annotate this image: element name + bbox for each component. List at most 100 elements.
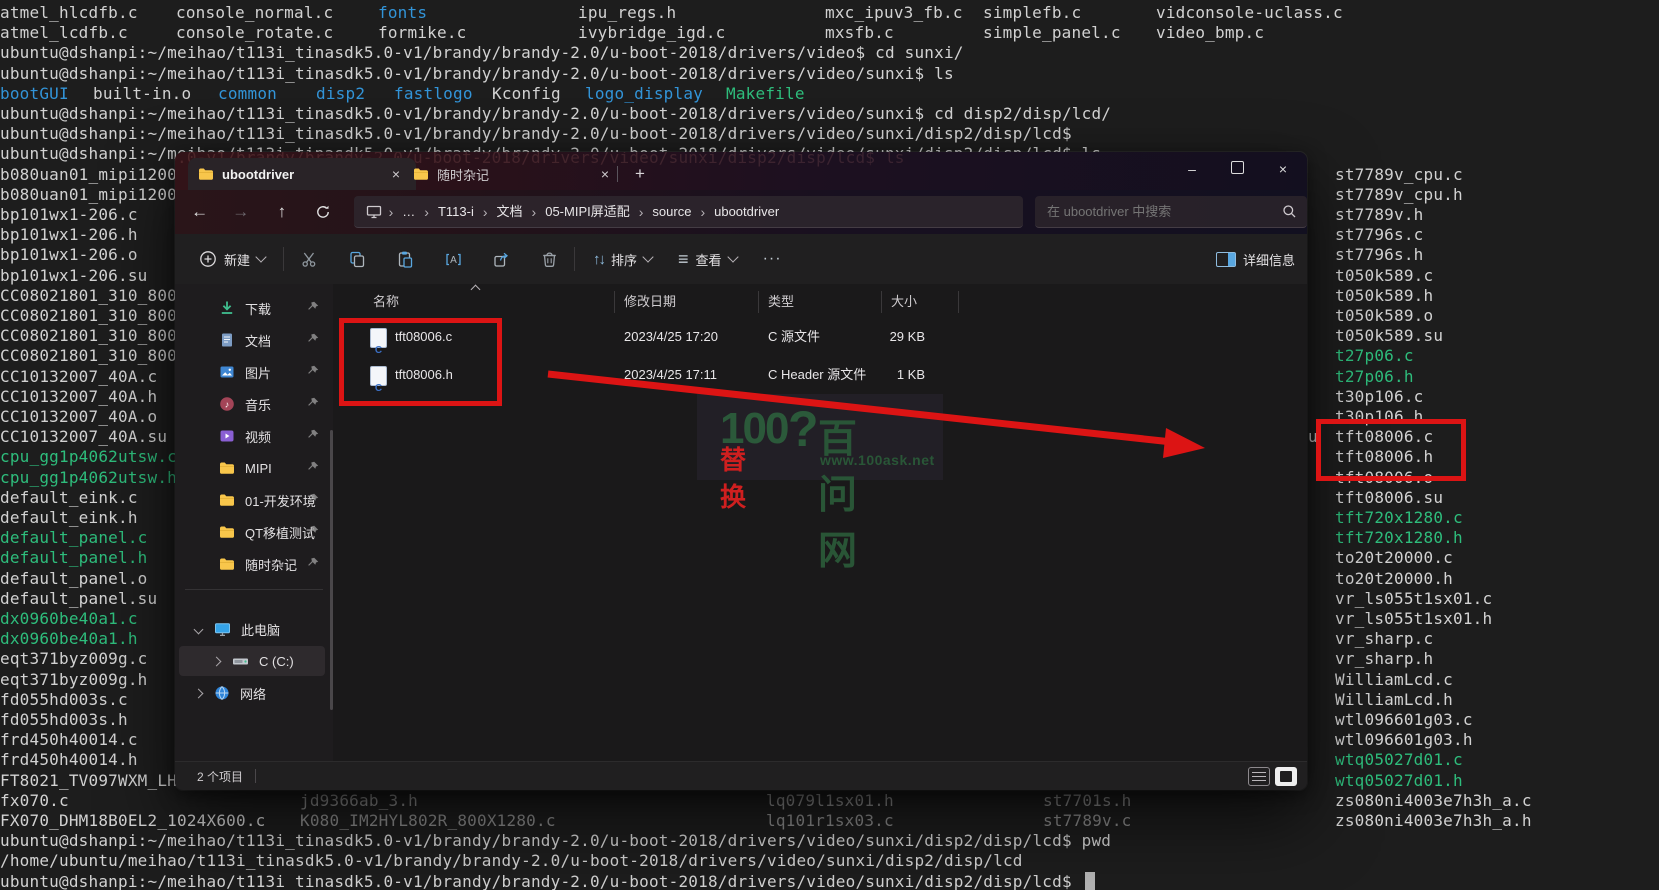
column-divider[interactable] [614, 291, 615, 313]
file-explorer-window: hao/t113i_tinasdk5.0-v1/brandy/brandy-2.… [175, 152, 1307, 790]
terminal-text: bp101wx1-206.su [0, 266, 148, 285]
terminal-text: st7796s.h [1335, 245, 1424, 264]
terminal-text: built-in.o [93, 84, 191, 103]
share-button[interactable] [484, 242, 518, 276]
terminal-text: default_panel.c [0, 528, 148, 547]
item-count: 2 个项目 [197, 768, 243, 785]
column-divider[interactable] [958, 291, 959, 313]
pictures-icon [219, 364, 235, 380]
column-header-2[interactable]: 修改日期 [624, 288, 676, 316]
column-divider[interactable] [881, 291, 882, 313]
up-button[interactable]: ↑ [265, 197, 298, 227]
sort-button[interactable]: ↑↓ 排序 [583, 242, 662, 276]
file-name: tft08006.c [395, 318, 452, 356]
breadcrumb-item-2[interactable]: 文档 [489, 200, 531, 224]
close-button[interactable]: × [1261, 152, 1305, 186]
pin-icon [307, 493, 319, 505]
file-row-tft08006.h[interactable]: Ctft08006.h2023/4/25 17:11C Header 源文件1 … [337, 356, 1297, 394]
breadcrumb-chevron-icon: › [388, 204, 395, 220]
chevron-right-icon[interactable] [212, 656, 222, 666]
tab-ubootdriver[interactable]: ubootdriver × [188, 158, 416, 190]
refresh-button[interactable] [306, 197, 339, 227]
terminal-text: mxsfb.c [825, 23, 894, 42]
maximize-button[interactable] [1215, 152, 1259, 186]
sidebar-item-c-c-[interactable]: C (C:) [179, 646, 325, 676]
sidebar-item--[interactable]: 图片 [179, 357, 325, 387]
terminal-text: dx0960be40a1.h [0, 629, 138, 648]
sidebar-scrollbar[interactable] [330, 430, 333, 710]
column-header-3[interactable]: 类型 [768, 288, 794, 316]
breadcrumb-overflow[interactable]: … [394, 200, 423, 224]
terminal-text: wtl096601g03.h [1335, 730, 1473, 749]
address-bar[interactable]: ›…›T113-i›文档›05-MIPI屏适配›source›ubootdriv… [354, 196, 1023, 228]
sidebar-item--[interactable]: 文档 [179, 325, 325, 355]
search-input[interactable] [1045, 203, 1249, 220]
terminal-text: CC08021801_310_800 [0, 306, 177, 325]
column-header-4[interactable]: 大小 [891, 288, 917, 316]
back-button[interactable]: ← [183, 197, 216, 227]
file-list-pane[interactable]: 名称修改日期类型大小 Ctft08006.c2023/4/25 17:20C 源… [337, 284, 1307, 762]
pin-icon [307, 461, 319, 473]
sidebar-item-label: 音乐 [245, 395, 271, 414]
tab-close-icon[interactable]: × [595, 164, 615, 184]
pin-icon [307, 397, 319, 409]
sidebar-item-label: 网络 [240, 684, 266, 703]
terminal-text: wtq05027d01.h [1335, 771, 1463, 790]
sidebar-item-mipi[interactable]: MIPI [179, 453, 325, 483]
breadcrumb-item-3[interactable]: 05-MIPI屏适配 [537, 200, 638, 224]
pin-icon [307, 365, 319, 377]
terminal-text: ivybridge_igd.c [578, 23, 726, 42]
minimize-button[interactable]: – [1170, 152, 1214, 186]
delete-button[interactable] [532, 242, 566, 276]
terminal-text: st7796s.c [1335, 225, 1424, 244]
cut-button[interactable] [292, 242, 326, 276]
breadcrumb-item-1[interactable]: T113-i [430, 200, 482, 224]
sidebar-item--[interactable]: 下载 [179, 293, 325, 323]
terminal-text: st7789v_cpu.h [1335, 185, 1463, 204]
terminal-text: atmel_hlcdfb.c [0, 3, 138, 22]
terminal-text: FT8021_TV097WXM_LH [0, 771, 177, 790]
chevron-right-icon[interactable] [194, 688, 204, 698]
tab-label: ubootdriver [222, 167, 294, 182]
chevron-down-icon[interactable] [194, 624, 204, 634]
file-row-tft08006.c[interactable]: Ctft08006.c2023/4/25 17:20C 源文件29 KB [337, 318, 1297, 356]
toolbar-divider [283, 247, 284, 271]
status-bar: 2 个项目 [175, 761, 1307, 790]
sidebar-item--[interactable]: 随时杂记 [179, 549, 325, 579]
file-date: 2023/4/25 17:11 [624, 356, 717, 394]
c-file-icon: C [370, 328, 387, 348]
new-tab-button[interactable]: + [627, 162, 653, 186]
sidebar-item-01-[interactable]: 01-开发环境 [179, 485, 325, 515]
sidebar-item--[interactable]: 网络 [179, 678, 325, 708]
copy-button[interactable] [340, 242, 374, 276]
sidebar-item--[interactable]: ♪音乐 [179, 389, 325, 419]
breadcrumb-item-4[interactable]: source [644, 200, 699, 224]
sidebar-item--[interactable]: 此电脑 [179, 614, 325, 644]
forward-button[interactable]: → [224, 197, 257, 227]
terminal-text: ubuntu@dshanpi:~/meihao/t113i_tinasdk5.0… [0, 872, 1072, 890]
new-button[interactable]: 新建 [189, 242, 275, 276]
breadcrumb-item-5[interactable]: ubootdriver [706, 200, 787, 224]
file-type: C Header 源文件 [768, 356, 866, 394]
icons-view-toggle[interactable] [1275, 767, 1297, 786]
sidebar-item-qt-[interactable]: QT移植测试 [179, 517, 325, 547]
terminal-text: formike.c [378, 23, 467, 42]
details-pane-button[interactable]: 详细信息 [1216, 250, 1295, 269]
file-date: 2023/4/25 17:20 [624, 318, 718, 356]
terminal-text: bootGUI [0, 84, 69, 103]
view-button[interactable]: ≡ 查看 [668, 242, 747, 276]
terminal-text: video_bmp.c [1156, 23, 1264, 42]
terminal-text: disp2 [316, 84, 365, 103]
search-box[interactable] [1035, 196, 1307, 228]
paste-button[interactable] [388, 242, 422, 276]
column-header-1[interactable]: 名称 [373, 288, 399, 316]
rename-button[interactable]: A [436, 242, 470, 276]
breadcrumb-chevron-icon: › [423, 204, 430, 220]
details-view-toggle[interactable] [1248, 767, 1270, 786]
more-button[interactable]: ··· [753, 242, 792, 276]
tab-suishizaji[interactable]: 随时杂记 × [403, 158, 625, 190]
column-divider[interactable] [758, 291, 759, 313]
sidebar-item--[interactable]: 视频 [179, 421, 325, 451]
terminal-text: bp101wx1-206.h [0, 225, 138, 244]
tab-bar: hao/t113i_tinasdk5.0-v1/brandy/brandy-2.… [175, 152, 1307, 190]
